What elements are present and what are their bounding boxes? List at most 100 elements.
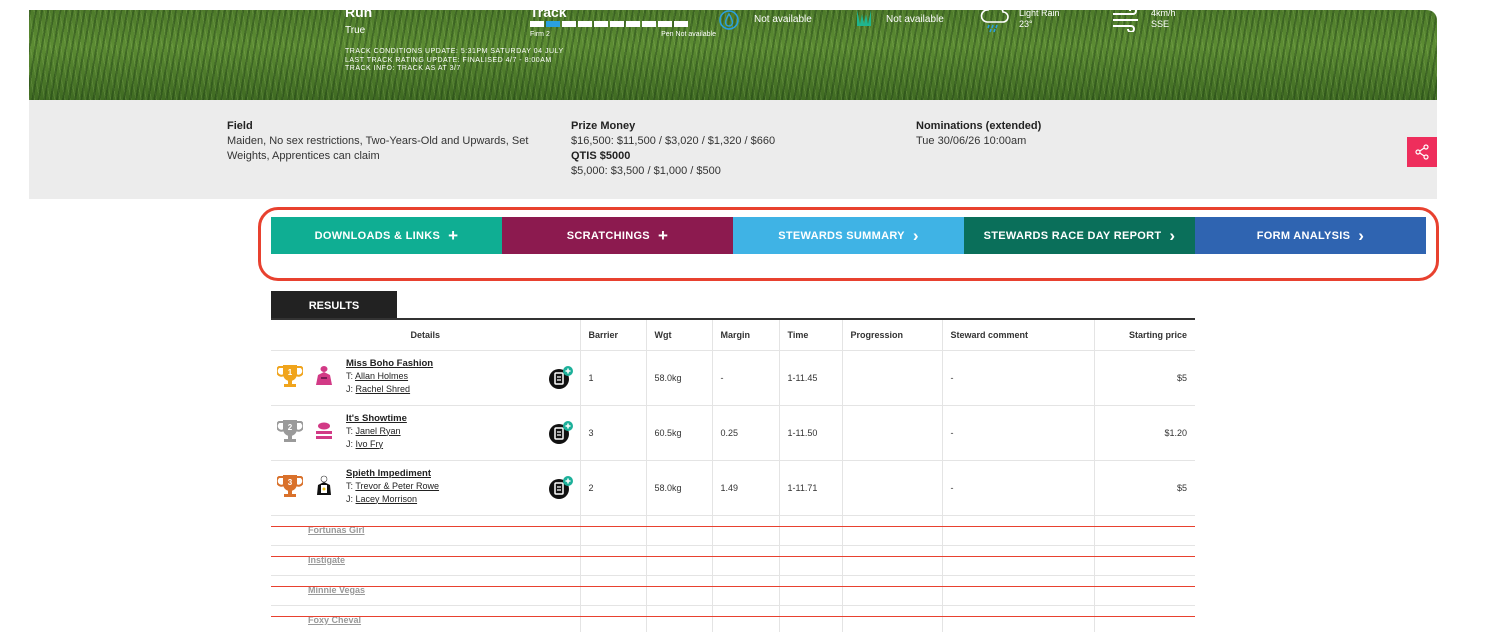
downloads-links-button[interactable]: DOWNLOADS & LINKS + bbox=[271, 217, 502, 254]
track-rating-segment bbox=[594, 21, 608, 27]
weather-description: Light Rain bbox=[1019, 10, 1060, 18]
runner-details: 2 It's Showtime T: Janel Ryan J: Ivo Fry bbox=[271, 405, 581, 461]
nominations-text: Tue 30/06/26 10:00am bbox=[916, 135, 1027, 147]
wind-icon bbox=[1113, 10, 1138, 32]
jockey-link[interactable]: Ivo Fry bbox=[356, 439, 384, 449]
scratched-row: Foxy Cheval bbox=[271, 605, 1195, 632]
form-guide-icon[interactable] bbox=[548, 420, 574, 446]
qtis-heading: QTIS $5000 bbox=[571, 150, 631, 162]
empty-cell bbox=[712, 575, 780, 606]
run-title: Run bbox=[345, 10, 373, 20]
table-row: 2 It's Showtime T: Janel Ryan J: Ivo Fry bbox=[271, 405, 1195, 461]
horse-name-link[interactable]: It's Showtime bbox=[346, 412, 407, 425]
form-guide-icon[interactable] bbox=[548, 365, 574, 391]
grass-icon bbox=[857, 10, 871, 26]
starting-price-cell: $5 bbox=[1094, 350, 1195, 406]
trophy-icon: 2 bbox=[277, 419, 303, 442]
jockey-link[interactable]: Lacey Morrison bbox=[356, 494, 418, 504]
empty-cell bbox=[580, 515, 647, 546]
trainer-prefix: T: bbox=[346, 370, 354, 381]
empty-cell bbox=[942, 515, 1095, 546]
steward-comment-cell: - bbox=[942, 405, 1095, 461]
wind-text: 4km/h SSE bbox=[1151, 10, 1176, 30]
nominations-info: Nominations (extended) Tue 30/06/26 10:0… bbox=[916, 119, 1216, 149]
share-icon bbox=[1415, 144, 1429, 160]
form-guide-icon[interactable] bbox=[548, 475, 574, 501]
barrier-cell: 1 bbox=[580, 350, 647, 406]
scratched-row: Minnie Vegas bbox=[271, 575, 1195, 606]
wind-direction: SSE bbox=[1151, 19, 1170, 29]
steward-comment-cell: - bbox=[942, 350, 1095, 406]
progression-cell bbox=[842, 350, 943, 406]
column-header: Barrier bbox=[580, 320, 647, 351]
water-drop-icon bbox=[719, 10, 739, 30]
empty-cell bbox=[580, 575, 647, 606]
empty-cell bbox=[1094, 545, 1195, 576]
run-value: True bbox=[345, 25, 366, 36]
scratched-row: Instigate bbox=[271, 545, 1195, 576]
table-header-row: Details Barrier Wgt Margin Time Progress… bbox=[271, 320, 1195, 351]
empty-cell bbox=[1094, 575, 1195, 606]
race-actions-bar: DOWNLOADS & LINKS + SCRATCHINGS + STEWAR… bbox=[271, 217, 1426, 254]
weather-temperature: 23° bbox=[1019, 19, 1033, 29]
trainer-link[interactable]: Trevor & Peter Rowe bbox=[355, 481, 439, 491]
jockey-link[interactable]: Rachel Shred bbox=[356, 384, 411, 394]
weather-text: Light Rain 23° bbox=[1019, 10, 1060, 30]
scratched-details: Foxy Cheval bbox=[271, 605, 581, 632]
scratchings-button[interactable]: SCRATCHINGS + bbox=[502, 217, 733, 254]
jockey-silks-icon bbox=[316, 422, 332, 439]
horse-name-link[interactable]: Spieth Impediment bbox=[346, 467, 439, 480]
time-cell: 1-11.50 bbox=[779, 405, 843, 461]
progression-cell bbox=[842, 460, 943, 516]
empty-cell bbox=[942, 545, 1095, 576]
place-number: 1 bbox=[288, 368, 293, 377]
steward-comment-cell: - bbox=[942, 460, 1095, 516]
empty-cell bbox=[646, 545, 713, 576]
empty-cell bbox=[942, 605, 1095, 632]
weight-cell: 60.5kg bbox=[646, 405, 713, 461]
horse-name-link[interactable]: Miss Boho Fashion bbox=[346, 357, 433, 370]
trainer-link[interactable]: Janel Ryan bbox=[356, 426, 401, 436]
margin-cell: 1.49 bbox=[712, 460, 780, 516]
field-text: Maiden, No sex restrictions, Two-Years-O… bbox=[227, 135, 529, 162]
prize-money-info: Prize Money $16,500: $11,500 / $3,020 / … bbox=[571, 119, 891, 179]
empty-cell bbox=[646, 515, 713, 546]
stewards-race-day-report-button[interactable]: STEWARDS RACE DAY REPORT › bbox=[964, 217, 1195, 254]
grass-text: Not available bbox=[886, 14, 944, 25]
track-rating-segment bbox=[546, 21, 560, 27]
track-updates: TRACK CONDITIONS UPDATE: 5:31PM SATURDAY… bbox=[345, 48, 564, 74]
track-rating-segment bbox=[658, 21, 672, 27]
runner-details: 1 Miss Boho Fashion T: Allan Holmes J: R… bbox=[271, 350, 581, 406]
scratched-strike-line bbox=[271, 586, 1195, 587]
scratched-strike-line bbox=[271, 526, 1195, 527]
tab-results[interactable]: RESULTS bbox=[271, 291, 397, 320]
barrier-cell: 2 bbox=[580, 460, 647, 516]
share-button[interactable] bbox=[1407, 137, 1437, 167]
prize-heading: Prize Money bbox=[571, 120, 636, 132]
downloads-links-label: DOWNLOADS & LINKS bbox=[314, 229, 441, 242]
stewards-summary-button[interactable]: STEWARDS SUMMARY › bbox=[733, 217, 964, 254]
trainer-link[interactable]: Allan Holmes bbox=[355, 371, 408, 381]
track-rating-left-label: Firm 2 bbox=[530, 31, 550, 38]
empty-cell bbox=[842, 515, 943, 546]
empty-cell bbox=[712, 545, 780, 576]
weight-cell: 58.0kg bbox=[646, 460, 713, 516]
scratchings-label: SCRATCHINGS bbox=[566, 229, 650, 242]
jockey-silks-icon bbox=[316, 365, 332, 385]
track-info: TRACK INFO: TRACK AS AT 3/7 bbox=[345, 65, 461, 72]
form-analysis-button[interactable]: FORM ANALYSIS › bbox=[1195, 217, 1426, 254]
empty-cell bbox=[779, 605, 843, 632]
place-number: 3 bbox=[288, 478, 293, 487]
empty-cell bbox=[712, 605, 780, 632]
chevron-right-icon: › bbox=[1358, 226, 1365, 245]
field-info: Field Maiden, No sex restrictions, Two-Y… bbox=[227, 119, 557, 164]
track-title: Track bbox=[530, 10, 567, 20]
qtis-text: $5,000: $3,500 / $1,000 / $500 bbox=[571, 165, 721, 177]
place-number: 2 bbox=[288, 423, 293, 432]
wind-speed: 4km/h bbox=[1151, 10, 1176, 18]
stewards-report-label: STEWARDS RACE DAY REPORT bbox=[983, 229, 1162, 242]
track-rating-labels: Firm 2 Pen Not available bbox=[530, 31, 716, 38]
nominations-heading: Nominations (extended) bbox=[916, 120, 1042, 132]
jockey-prefix: J: bbox=[346, 383, 354, 394]
race-info-band: Field Maiden, No sex restrictions, Two-Y… bbox=[29, 100, 1437, 199]
